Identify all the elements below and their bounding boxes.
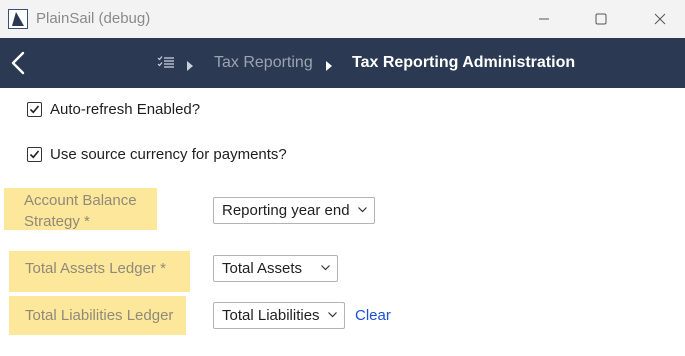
chevron-down-icon <box>358 207 367 213</box>
back-button[interactable] <box>8 50 32 76</box>
total-assets-ledger-value: Total Assets <box>222 260 303 277</box>
total-liabilities-ledger-select[interactable]: Total Liabilities <box>213 302 345 329</box>
checklist-icon[interactable] <box>157 55 175 71</box>
checkmark-icon <box>29 104 40 113</box>
source-currency-checkbox[interactable] <box>27 146 42 162</box>
total-liabilities-ledger-label: Total Liabilities Ledger <box>9 296 186 335</box>
breadcrumb-separator-icon <box>187 58 193 71</box>
close-icon <box>654 13 666 25</box>
breadcrumb-tax-reporting[interactable]: Tax Reporting <box>214 54 313 72</box>
total-liabilities-ledger-value: Total Liabilities <box>222 307 320 324</box>
chevron-down-icon <box>321 265 330 271</box>
close-button[interactable] <box>637 0 683 38</box>
total-assets-ledger-label: Total Assets Ledger * <box>9 251 190 292</box>
account-balance-strategy-select[interactable]: Reporting year end <box>213 197 375 224</box>
auto-refresh-label: Auto-refresh Enabled? <box>50 100 201 118</box>
clear-liabilities-link[interactable]: Clear <box>355 307 391 324</box>
source-currency-checkbox-row[interactable]: Use source currency for payments? <box>27 144 287 164</box>
minimize-icon <box>539 18 549 20</box>
account-balance-strategy-value: Reporting year end <box>222 202 350 219</box>
maximize-button[interactable] <box>578 0 624 38</box>
chevron-left-icon <box>11 51 25 75</box>
minimize-button[interactable] <box>521 0 567 38</box>
account-balance-strategy-label-line1: Account Balance <box>24 192 137 209</box>
account-balance-strategy-label: Account Balance Strategy * <box>4 188 157 230</box>
title-bar: PlainSail (debug) <box>0 0 685 38</box>
window-title: PlainSail (debug) <box>36 10 151 27</box>
plainsail-logo-icon <box>8 9 28 29</box>
auto-refresh-checkbox[interactable] <box>27 101 42 117</box>
auto-refresh-checkbox-row[interactable]: Auto-refresh Enabled? <box>27 99 200 119</box>
navigation-bar: Tax Reporting Tax Reporting Administrati… <box>0 38 685 88</box>
account-balance-strategy-label-line2: Strategy * <box>24 213 90 230</box>
breadcrumb-current-page: Tax Reporting Administration <box>352 54 576 71</box>
source-currency-label: Use source currency for payments? <box>50 145 287 163</box>
total-assets-ledger-select[interactable]: Total Assets <box>213 255 338 282</box>
checkmark-icon <box>29 149 40 158</box>
maximize-icon <box>595 13 607 25</box>
chevron-down-icon <box>328 312 337 318</box>
breadcrumb-separator-icon <box>326 58 332 71</box>
